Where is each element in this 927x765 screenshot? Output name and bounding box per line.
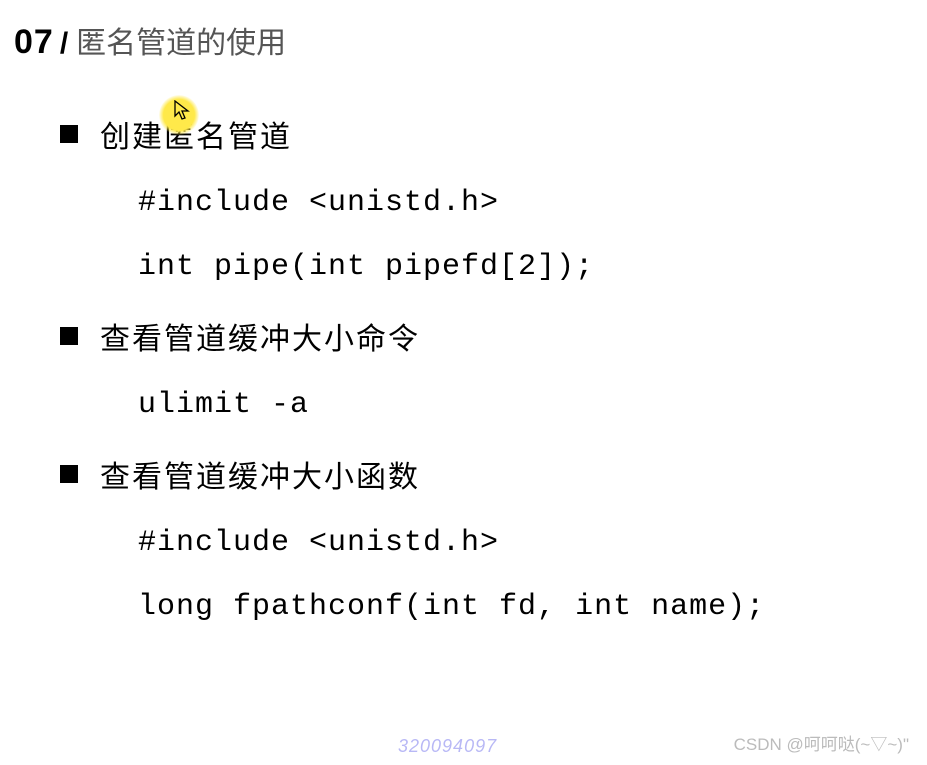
bullet-square-icon	[60, 125, 78, 143]
code-line: int pipe(int pipefd[2]);	[138, 250, 927, 284]
code-line: ulimit -a	[138, 388, 927, 422]
code-line: #include <unistd.h>	[138, 186, 927, 220]
bullet-square-icon	[60, 327, 78, 345]
bullet-square-icon	[60, 465, 78, 483]
watermark-number: 320094097	[398, 736, 497, 757]
section-heading: 查看管道缓冲大小函数	[100, 452, 420, 496]
code-line: long fpathconf(int fd, int name);	[138, 590, 927, 624]
section-buffer-cmd: 查看管道缓冲大小命令 ulimit -a	[60, 314, 927, 422]
watermark-csdn: CSDN @呵呵哒(~▽~)"	[734, 730, 909, 755]
bullet-row: 查看管道缓冲大小函数	[60, 452, 927, 496]
bullet-row: 查看管道缓冲大小命令	[60, 314, 927, 358]
header-slash: /	[60, 27, 68, 61]
section-create-pipe: 创建匿名管道 #include <unistd.h> int pipe(int …	[60, 112, 927, 284]
slide-content: 创建匿名管道 #include <unistd.h> int pipe(int …	[0, 62, 927, 624]
code-line: #include <unistd.h>	[138, 526, 927, 560]
section-buffer-func: 查看管道缓冲大小函数 #include <unistd.h> long fpat…	[60, 452, 927, 624]
cursor-arrow-icon	[174, 100, 192, 122]
section-heading: 查看管道缓冲大小命令	[100, 314, 420, 358]
page-number: 07	[14, 23, 54, 62]
slide-header: 07 / 匿名管道的使用	[0, 0, 927, 62]
slide-title: 匿名管道的使用	[76, 18, 286, 62]
